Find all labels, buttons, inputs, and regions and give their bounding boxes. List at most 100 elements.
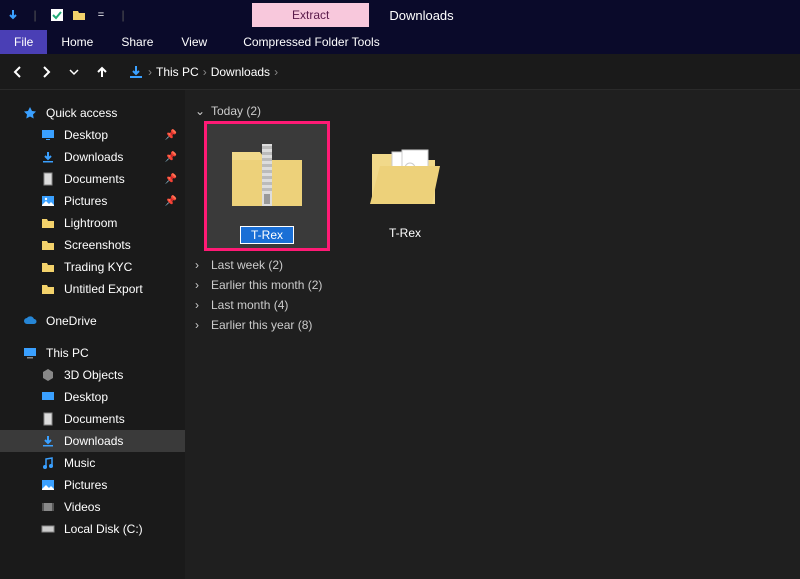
documents-icon [40, 411, 56, 427]
up-button[interactable] [92, 62, 112, 82]
group-label: Earlier this month (2) [211, 278, 322, 292]
pin-icon: 📌 [165, 152, 177, 163]
file-item-trex-folder[interactable]: T-Rex [345, 124, 465, 248]
breadcrumb-this-pc[interactable]: This PC [156, 65, 199, 79]
file-name-edit[interactable]: T-Rex [240, 226, 294, 244]
sidebar-item-downloads[interactable]: Downloads 📌 [0, 146, 185, 168]
drive-icon [40, 521, 56, 537]
sidebar-item-pc-downloads[interactable]: Downloads [0, 430, 185, 452]
this-pc-group: This PC 3D Objects Desktop Documents Dow… [0, 342, 185, 540]
sidebar-item-pc-music[interactable]: Music [0, 452, 185, 474]
group-label: Earlier this year (8) [211, 318, 312, 332]
checkbox-icon[interactable] [48, 6, 66, 24]
desktop-icon [40, 127, 56, 143]
group-last-week[interactable]: › Last week (2) [195, 258, 790, 272]
group-earlier-this-year[interactable]: › Earlier this year (8) [195, 318, 790, 332]
documents-icon [40, 171, 56, 187]
sidebar-item-quick-access[interactable]: Quick access [0, 102, 185, 124]
extract-tab[interactable]: Extract [252, 3, 369, 27]
music-icon [40, 455, 56, 471]
address-bar[interactable]: › This PC › Downloads › [128, 64, 278, 80]
sidebar-item-label: 3D Objects [64, 368, 123, 382]
folder-icon [40, 237, 56, 253]
chevron-right-icon: › [195, 298, 205, 312]
contextual-tab-group: Extract [252, 0, 369, 30]
group-earlier-this-month[interactable]: › Earlier this month (2) [195, 278, 790, 292]
sidebar-item-label: This PC [46, 346, 89, 360]
sidebar-item-untitled-export[interactable]: Untitled Export [0, 278, 185, 300]
title-bar: | = | Extract Downloads [0, 0, 800, 30]
sidebar-item-3d-objects[interactable]: 3D Objects [0, 364, 185, 386]
cube-icon [40, 367, 56, 383]
sidebar-item-pictures[interactable]: Pictures 📌 [0, 190, 185, 212]
sidebar-item-label: Desktop [64, 390, 108, 404]
videos-icon [40, 499, 56, 515]
chevron-right-icon[interactable]: › [148, 65, 152, 79]
pin-icon: 📌 [165, 174, 177, 185]
back-button[interactable] [8, 62, 28, 82]
sidebar-item-pc-pictures[interactable]: Pictures [0, 474, 185, 496]
sidebar-item-onedrive[interactable]: OneDrive [0, 310, 185, 332]
cloud-icon [22, 313, 38, 329]
navigation-bar: › This PC › Downloads › [0, 54, 800, 90]
quick-access-group: Quick access Desktop 📌 Downloads 📌 Docum… [0, 102, 185, 300]
sidebar-item-label: OneDrive [46, 314, 97, 328]
tab-view[interactable]: View [167, 30, 221, 54]
sidebar-item-pc-videos[interactable]: Videos [0, 496, 185, 518]
sidebar-item-desktop[interactable]: Desktop 📌 [0, 124, 185, 146]
sidebar-item-lightroom[interactable]: Lightroom [0, 212, 185, 234]
downloads-icon [128, 64, 144, 80]
group-label: Last week (2) [211, 258, 283, 272]
tab-file[interactable]: File [0, 30, 47, 54]
tab-share[interactable]: Share [107, 30, 167, 54]
folder-icon [40, 281, 56, 297]
desktop-icon [40, 389, 56, 405]
breadcrumb-downloads[interactable]: Downloads [211, 65, 270, 79]
sidebar-item-pc-documents[interactable]: Documents [0, 408, 185, 430]
tab-compressed-folder-tools[interactable]: Compressed Folder Tools [229, 30, 394, 54]
group-last-month[interactable]: › Last month (4) [195, 298, 790, 312]
recent-dropdown-button[interactable] [64, 62, 84, 82]
equals-icon[interactable]: = [92, 6, 110, 24]
sidebar-item-this-pc[interactable]: This PC [0, 342, 185, 364]
navigation-pane[interactable]: Quick access Desktop 📌 Downloads 📌 Docum… [0, 90, 185, 579]
sidebar-item-label: Pictures [64, 478, 107, 492]
folder-icon [40, 215, 56, 231]
star-icon [22, 105, 38, 121]
chevron-right-icon[interactable]: › [274, 65, 278, 79]
file-list[interactable]: ⌄ Today (2) [185, 90, 800, 579]
sidebar-item-label: Documents [64, 412, 125, 426]
sidebar-item-label: Music [64, 456, 95, 470]
sidebar-item-label: Videos [64, 500, 100, 514]
file-name: T-Rex [389, 226, 421, 240]
sidebar-item-label: Downloads [64, 434, 123, 448]
items-row: T-Rex T-Rex [207, 124, 790, 248]
sidebar-item-pc-desktop[interactable]: Desktop [0, 386, 185, 408]
chevron-right-icon[interactable]: › [203, 65, 207, 79]
sidebar-item-label: Lightroom [64, 216, 117, 230]
sidebar-item-label: Local Disk (C:) [64, 522, 143, 536]
zip-folder-icon [222, 130, 312, 220]
sidebar-item-label: Downloads [64, 150, 123, 164]
chevron-down-icon: ⌄ [195, 104, 205, 118]
sidebar-item-label: Screenshots [64, 238, 131, 252]
down-arrow-icon[interactable] [4, 6, 22, 24]
sidebar-item-trading-kyc[interactable]: Trading KYC [0, 256, 185, 278]
computer-icon [22, 345, 38, 361]
downloads-icon [40, 149, 56, 165]
group-today[interactable]: ⌄ Today (2) [195, 104, 790, 118]
sidebar-item-documents[interactable]: Documents 📌 [0, 168, 185, 190]
sidebar-item-screenshots[interactable]: Screenshots [0, 234, 185, 256]
separator-icon: | [26, 6, 44, 24]
file-item-trex-zip[interactable]: T-Rex [207, 124, 327, 248]
onedrive-group: OneDrive [0, 310, 185, 332]
sidebar-item-label: Quick access [46, 106, 117, 120]
sidebar-item-local-disk-c[interactable]: Local Disk (C:) [0, 518, 185, 540]
folder-icon[interactable] [70, 6, 88, 24]
tab-home[interactable]: Home [47, 30, 107, 54]
sidebar-item-label: Desktop [64, 128, 108, 142]
group-label: Today (2) [211, 104, 261, 118]
pin-icon: 📌 [165, 196, 177, 207]
window-title: Downloads [389, 8, 453, 23]
forward-button[interactable] [36, 62, 56, 82]
